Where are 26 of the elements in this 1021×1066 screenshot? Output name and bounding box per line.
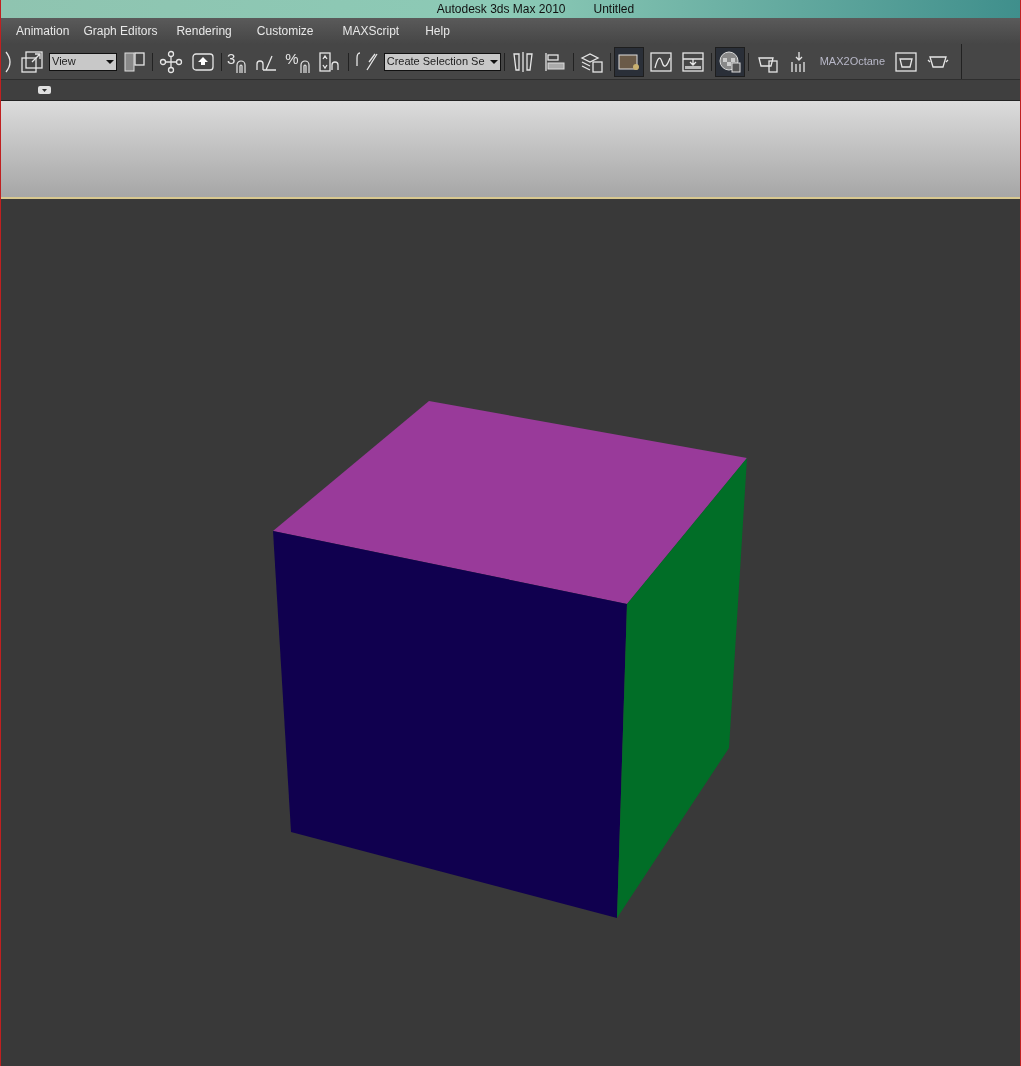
snap-button[interactable]: % bbox=[283, 48, 313, 75]
snap-button[interactable]: 3 bbox=[225, 48, 250, 75]
curve-editor-icon bbox=[648, 49, 673, 74]
menu-item[interactable]: Customize bbox=[256, 22, 343, 40]
checker-sphere-icon bbox=[717, 49, 742, 74]
spinner-snap-icon bbox=[317, 49, 342, 74]
window-title: Autodesk 3ds Max 2010 bbox=[436, 1, 566, 18]
menu-item[interactable]: Animation bbox=[16, 22, 84, 40]
scale-icon bbox=[20, 49, 44, 74]
document-title: Untitled bbox=[593, 1, 635, 18]
menu-item[interactable]: Help bbox=[425, 22, 464, 40]
toolbar-button[interactable] bbox=[714, 46, 745, 77]
curve-icon bbox=[4, 49, 12, 74]
menu-item[interactable]: Rendering bbox=[176, 22, 257, 40]
menu-item[interactable]: Graph Editors bbox=[83, 22, 177, 40]
link-icon bbox=[159, 49, 183, 74]
dropdown-field[interactable]: View bbox=[49, 52, 117, 71]
plugin-button[interactable]: MAX2Octane bbox=[815, 53, 890, 70]
menu-item[interactable]: MAXScript bbox=[342, 22, 426, 40]
magnet-icon bbox=[298, 58, 311, 73]
pivot-icon bbox=[122, 49, 146, 74]
mirror-icon bbox=[510, 49, 535, 74]
schematic-icon bbox=[680, 49, 705, 74]
toolbar-button[interactable] bbox=[613, 46, 644, 77]
magnet-icon bbox=[235, 58, 248, 73]
dropdown-field[interactable]: Create Selection Se bbox=[383, 52, 501, 71]
